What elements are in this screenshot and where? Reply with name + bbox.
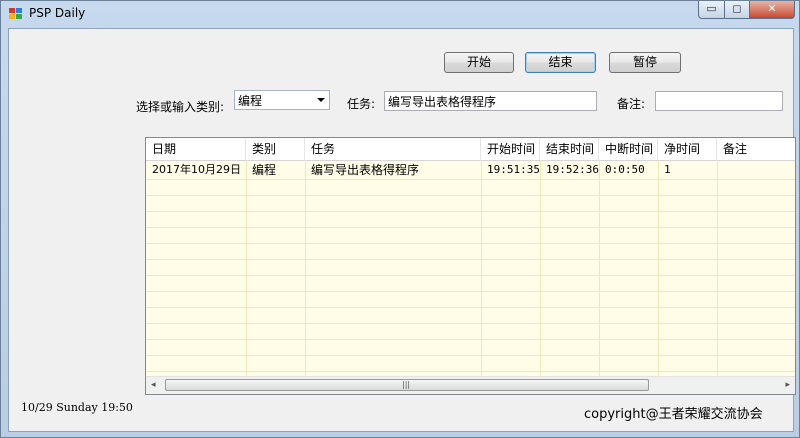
cell-note[interactable] (717, 161, 723, 179)
maximize-button[interactable]: ◻ (724, 1, 750, 19)
grid-row-line (146, 211, 795, 212)
column-header-category[interactable]: 类别 (246, 138, 305, 160)
cell-break-time[interactable]: 0:0:50 (599, 161, 645, 179)
cell-net-time[interactable]: 1 (658, 161, 671, 179)
grid-row-line (146, 227, 795, 228)
task-input[interactable]: 编写导出表格得程序 (384, 91, 597, 111)
scroll-left-icon[interactable]: ◂ (151, 380, 156, 390)
close-button[interactable]: ✕ (749, 1, 795, 19)
column-header-end-time[interactable]: 结束时间 (540, 138, 599, 160)
grid-column-line (305, 160, 306, 377)
app-icon (9, 8, 23, 20)
scrollbar-thumb[interactable]: ||| (165, 379, 649, 391)
grid-row-line (146, 259, 795, 260)
grid-column-line (481, 160, 482, 377)
grid-row-line (146, 243, 795, 244)
start-button[interactable]: 开始 (444, 52, 514, 73)
category-combobox[interactable]: 编程 (234, 90, 330, 110)
grid-header: 日期 类别 任务 开始时间 结束时间 中断时间 净时间 备注 (146, 138, 795, 161)
grid-row-line (146, 323, 795, 324)
scroll-right-icon[interactable]: ▸ (785, 380, 790, 390)
cell-date[interactable]: 2017年10月29日 (146, 161, 241, 179)
column-header-date[interactable]: 日期 (146, 138, 246, 160)
grid-column-line (540, 160, 541, 377)
horizontal-scrollbar[interactable]: ◂ ||| ▸ (146, 376, 795, 394)
category-label: 选择或输入类别: (136, 100, 225, 114)
grid-column-line (658, 160, 659, 377)
grid-row-line (146, 179, 795, 180)
cell-start-time[interactable]: 19:51:35 (481, 161, 540, 179)
grid-row-line (146, 355, 795, 356)
minimize-button[interactable]: ▭ (698, 1, 725, 19)
end-button[interactable]: 结束 (525, 52, 596, 73)
grid-row-line (146, 275, 795, 276)
grid-row-line (146, 195, 795, 196)
task-grid[interactable]: 日期 类别 任务 开始时间 结束时间 中断时间 净时间 备注 2017年10月2… (145, 137, 796, 395)
window-title: PSP Daily (29, 6, 86, 20)
category-value: 编程 (238, 94, 263, 108)
pause-button[interactable]: 暂停 (609, 52, 681, 73)
cell-end-time[interactable]: 19:52:36 (540, 161, 599, 179)
grid-row-line (146, 291, 795, 292)
task-label: 任务: (347, 97, 376, 111)
chevron-down-icon[interactable] (317, 98, 325, 102)
app-window: PSP Daily ▭ ◻ ✕ 开始 结束 暂停 选择或输入类别: 编程 任务:… (0, 0, 800, 438)
column-header-net-time[interactable]: 净时间 (658, 138, 717, 160)
note-input[interactable] (655, 91, 783, 111)
note-label: 备注: (617, 97, 646, 111)
grid-row-line (146, 307, 795, 308)
grid-row-line (146, 339, 795, 340)
cell-task[interactable]: 编写导出表格得程序 (305, 161, 419, 179)
column-header-task[interactable]: 任务 (305, 138, 481, 160)
column-header-note[interactable]: 备注 (717, 138, 795, 160)
column-header-break-time[interactable]: 中断时间 (599, 138, 658, 160)
client-area: 开始 结束 暂停 选择或输入类别: 编程 任务: 编写导出表格得程序 备注: 日… (8, 28, 796, 432)
grid-column-line (246, 160, 247, 377)
grid-row-line (146, 371, 795, 372)
grid-column-line (717, 160, 718, 377)
cell-category[interactable]: 编程 (246, 161, 276, 179)
title-bar[interactable]: PSP Daily ▭ ◻ ✕ (1, 1, 799, 28)
status-datetime: 10/29 Sunday 19:50 (21, 401, 133, 414)
grip-icon: ||| (402, 380, 411, 389)
column-header-start-time[interactable]: 开始时间 (481, 138, 540, 160)
copyright-text: copyright@王者荣耀交流协会 (584, 407, 763, 422)
grid-column-line (599, 160, 600, 377)
